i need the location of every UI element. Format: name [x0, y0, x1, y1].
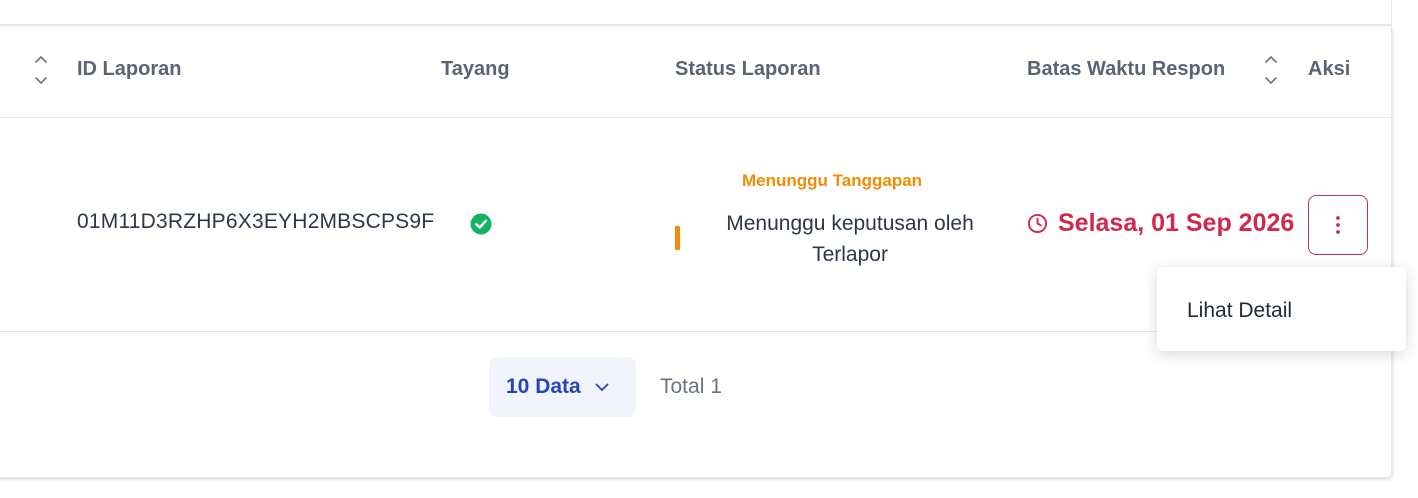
- column-header-id[interactable]: ID Laporan: [77, 58, 181, 81]
- deadline: Selasa, 01 Sep 2026: [1027, 209, 1294, 238]
- column-header-status: Status Laporan: [675, 58, 821, 80]
- column-header-deadline[interactable]: Batas Waktu Respon: [1027, 58, 1225, 81]
- total-count: Total 1: [660, 375, 722, 398]
- check-circle-icon: [470, 213, 492, 235]
- sort-icon[interactable]: [1264, 54, 1278, 90]
- status-indicator: [675, 226, 680, 250]
- chevron-down-icon: [595, 383, 609, 391]
- table-card: ID Laporan Tayang Status Laporan Batas W…: [0, 26, 1392, 478]
- table-header: ID Laporan Tayang Status Laporan Batas W…: [0, 26, 1391, 118]
- report-id: 01M11D3RZHP6X3EYH2MBSCPS9F: [77, 210, 435, 233]
- sort-icon[interactable]: [34, 54, 48, 90]
- page-size-select[interactable]: 10 Data: [489, 357, 636, 417]
- more-actions-button[interactable]: [1308, 195, 1368, 255]
- status-label: Menunggu Tanggapan: [742, 171, 923, 190]
- action-menu: Lihat Detail: [1157, 267, 1406, 351]
- menu-item-view-detail[interactable]: Lihat Detail: [1187, 299, 1292, 323]
- deadline-date: Selasa, 01 Sep 2026: [1058, 209, 1295, 237]
- status-description: Menunggu keputusan oleh Terlapor: [726, 212, 974, 266]
- clock-icon: [1027, 213, 1048, 234]
- page-size-label: 10 Data: [506, 375, 581, 398]
- top-panel-edge: [0, 0, 1392, 26]
- more-vertical-icon: [1336, 216, 1340, 234]
- report-table-view: ID Laporan Tayang Status Laporan Batas W…: [0, 0, 1418, 498]
- column-header-action: Aksi: [1308, 58, 1351, 80]
- column-header-tayang: Tayang: [441, 58, 510, 80]
